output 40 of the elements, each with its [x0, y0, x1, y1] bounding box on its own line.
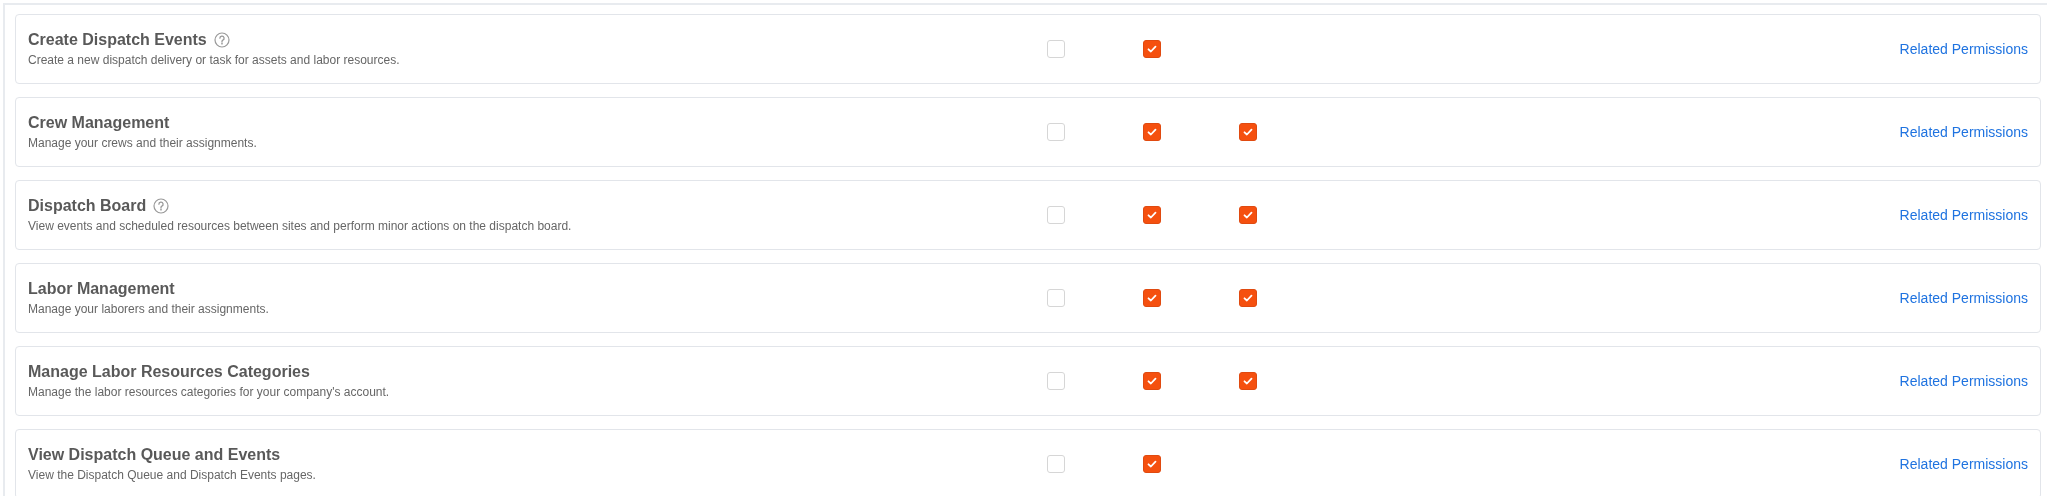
checkbox[interactable] [1143, 289, 1161, 307]
checkbox[interactable] [1143, 372, 1161, 390]
permission-description: View events and scheduled resources between sites and perform minor actions on the dispatch board. [28, 218, 573, 235]
checkbox[interactable] [1143, 206, 1161, 224]
check-icon [1242, 375, 1254, 387]
permission-description: Manage the labor resources categories for your company's account. [28, 384, 391, 401]
check-icon [1242, 209, 1254, 221]
permission-title: Crew Management [28, 113, 170, 133]
checkbox[interactable] [1143, 123, 1161, 141]
permission-title: Manage Labor Resources Categories [28, 362, 310, 382]
related-permissions-link[interactable]: Related Permissions [1899, 124, 2028, 140]
check-icon [1146, 43, 1158, 55]
related-permissions-link[interactable]: Related Permissions [1899, 207, 2028, 223]
permission-title: View Dispatch Queue and Events [28, 445, 281, 465]
checkbox[interactable] [1239, 206, 1257, 224]
related-permissions-link[interactable]: Related Permissions [1899, 456, 2028, 472]
checkbox[interactable] [1239, 123, 1257, 141]
check-icon [1146, 126, 1158, 138]
checkbox[interactable] [1143, 40, 1161, 58]
permission-description: Create a new dispatch delivery or task for assets and labor resources. [28, 52, 401, 69]
permission-title: Dispatch Board [28, 196, 147, 216]
check-icon [1146, 209, 1158, 221]
permission-description: Manage your laborers and their assignments. [28, 301, 270, 318]
permission-title: Create Dispatch Events [28, 30, 207, 50]
permission-title: Labor Management [28, 279, 175, 299]
check-icon [1146, 458, 1158, 470]
checkbox[interactable] [1239, 289, 1257, 307]
check-icon [1242, 126, 1254, 138]
related-permissions-link[interactable]: Related Permissions [1899, 290, 2028, 306]
check-icon [1242, 292, 1254, 304]
related-permissions-link[interactable]: Related Permissions [1899, 373, 2028, 389]
related-permissions-link[interactable]: Related Permissions [1899, 41, 2028, 57]
checkbox[interactable] [1143, 455, 1161, 473]
checkbox[interactable] [1239, 372, 1257, 390]
permission-description: Manage your crews and their assignments. [28, 135, 258, 152]
permission-description: View the Dispatch Queue and Dispatch Events pages. [28, 467, 317, 484]
help-icon[interactable] [213, 31, 230, 48]
help-icon[interactable] [153, 197, 170, 214]
check-icon [1146, 292, 1158, 304]
check-icon [1146, 375, 1158, 387]
